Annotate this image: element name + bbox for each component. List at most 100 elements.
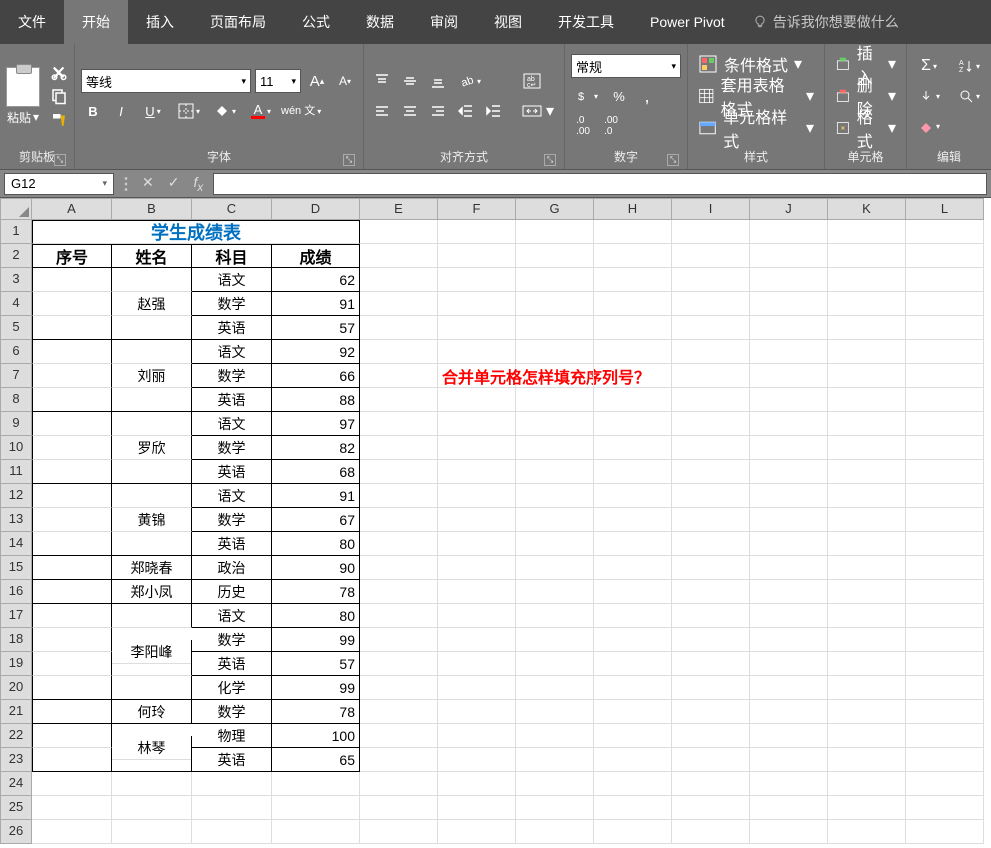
cell[interactable]: [360, 652, 438, 676]
cell[interactable]: 97: [272, 412, 360, 436]
cell[interactable]: [438, 268, 516, 292]
cell[interactable]: [516, 556, 594, 580]
name-box[interactable]: G12▾: [4, 173, 114, 195]
underline-button[interactable]: U▾: [137, 99, 169, 123]
cancel-formula-icon[interactable]: ✕: [142, 174, 154, 194]
cell[interactable]: 语文: [192, 340, 272, 364]
cell[interactable]: [516, 268, 594, 292]
cell[interactable]: [516, 724, 594, 748]
cell[interactable]: [112, 388, 192, 412]
cell[interactable]: [672, 268, 750, 292]
cell[interactable]: [672, 532, 750, 556]
cell[interactable]: [438, 796, 516, 820]
cell[interactable]: [32, 532, 112, 556]
cell[interactable]: [828, 724, 906, 748]
cell[interactable]: 57: [272, 316, 360, 340]
cell[interactable]: [750, 556, 828, 580]
cell[interactable]: [594, 796, 672, 820]
cell[interactable]: [438, 652, 516, 676]
cell[interactable]: [828, 460, 906, 484]
tab-数据[interactable]: 数据: [348, 0, 412, 44]
cell[interactable]: 92: [272, 340, 360, 364]
align-left-icon[interactable]: [370, 99, 394, 123]
cell[interactable]: [438, 772, 516, 796]
cell[interactable]: [360, 676, 438, 700]
cell[interactable]: [906, 532, 984, 556]
cell[interactable]: 郑小凤: [112, 580, 192, 604]
row-header[interactable]: 11: [0, 460, 32, 484]
cell[interactable]: 历史: [192, 580, 272, 604]
sort-filter-button[interactable]: AZ▾: [953, 54, 985, 78]
cell[interactable]: [360, 244, 438, 268]
cell[interactable]: [516, 316, 594, 340]
cell[interactable]: [32, 364, 112, 388]
fill-color-button[interactable]: ▾: [209, 99, 241, 123]
cell[interactable]: [750, 244, 828, 268]
cell[interactable]: [594, 820, 672, 844]
cell[interactable]: [438, 388, 516, 412]
cell[interactable]: [906, 796, 984, 820]
cell[interactable]: 82: [272, 436, 360, 460]
tab-开发工具[interactable]: 开发工具: [540, 0, 632, 44]
formula-input[interactable]: [213, 173, 987, 195]
row-header[interactable]: 20: [0, 676, 32, 700]
cell[interactable]: [750, 412, 828, 436]
cell[interactable]: 91: [272, 484, 360, 508]
cell[interactable]: [516, 484, 594, 508]
cell[interactable]: [828, 244, 906, 268]
column-header[interactable]: D: [272, 198, 360, 220]
row-header[interactable]: 22: [0, 724, 32, 748]
cell[interactable]: [32, 748, 112, 772]
cut-icon[interactable]: [50, 63, 68, 81]
cell[interactable]: [360, 772, 438, 796]
cell[interactable]: [828, 580, 906, 604]
align-center-icon[interactable]: [398, 99, 422, 123]
cell[interactable]: [906, 340, 984, 364]
percent-button[interactable]: %: [607, 84, 631, 108]
cell[interactable]: [828, 508, 906, 532]
cell[interactable]: [906, 388, 984, 412]
cell[interactable]: [594, 700, 672, 724]
cell[interactable]: [272, 796, 360, 820]
cell[interactable]: [32, 820, 112, 844]
cell[interactable]: [32, 268, 112, 292]
row-header[interactable]: 21: [0, 700, 32, 724]
cell[interactable]: [32, 772, 112, 796]
cell[interactable]: [672, 388, 750, 412]
align-right-icon[interactable]: [426, 99, 450, 123]
cell[interactable]: 88: [272, 388, 360, 412]
dialog-launcher-icon[interactable]: ⤡: [54, 154, 66, 166]
cell[interactable]: [750, 724, 828, 748]
cell[interactable]: [828, 292, 906, 316]
cell[interactable]: [906, 604, 984, 628]
column-header[interactable]: A: [32, 198, 112, 220]
cell[interactable]: [828, 796, 906, 820]
cell[interactable]: [594, 772, 672, 796]
cell[interactable]: [750, 796, 828, 820]
cell[interactable]: [192, 796, 272, 820]
cell[interactable]: [112, 484, 192, 508]
cell[interactable]: [906, 820, 984, 844]
cell[interactable]: 65: [272, 748, 360, 772]
accounting-format-button[interactable]: $▾: [571, 84, 603, 108]
cell[interactable]: [672, 340, 750, 364]
cell[interactable]: [906, 220, 984, 244]
cell[interactable]: [112, 652, 192, 676]
cell[interactable]: [360, 388, 438, 412]
cell[interactable]: [112, 772, 192, 796]
cell[interactable]: 序号: [32, 244, 112, 268]
cell[interactable]: [516, 292, 594, 316]
cell[interactable]: [360, 268, 438, 292]
row-header[interactable]: 15: [0, 556, 32, 580]
wrap-text-button[interactable]: abc↵: [518, 69, 558, 93]
cell[interactable]: [828, 412, 906, 436]
cell[interactable]: [438, 676, 516, 700]
cell[interactable]: [438, 292, 516, 316]
clear-button[interactable]: ▾: [913, 114, 945, 138]
cell[interactable]: [360, 820, 438, 844]
cell[interactable]: [594, 556, 672, 580]
row-header[interactable]: 18: [0, 628, 32, 652]
cell[interactable]: [32, 436, 112, 460]
cell[interactable]: 100: [272, 724, 360, 748]
row-header[interactable]: 6: [0, 340, 32, 364]
